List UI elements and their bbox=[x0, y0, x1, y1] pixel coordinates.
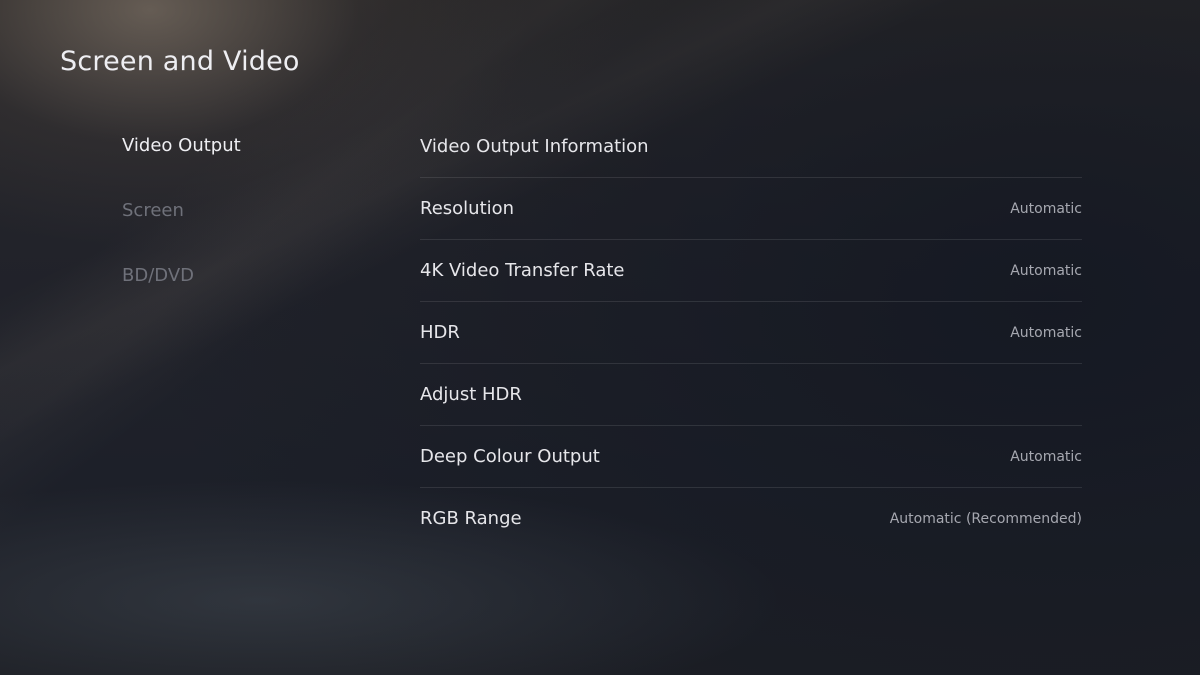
page-title: Screen and Video bbox=[60, 46, 300, 77]
setting-row-hdr[interactable]: HDR Automatic bbox=[420, 302, 1082, 364]
setting-value: Automatic bbox=[1010, 262, 1082, 279]
setting-value: Automatic bbox=[1010, 448, 1082, 465]
settings-list: Video Output Information Resolution Auto… bbox=[420, 116, 1082, 549]
setting-row-4k-video-transfer-rate[interactable]: 4K Video Transfer Rate Automatic bbox=[420, 240, 1082, 302]
setting-row-adjust-hdr[interactable]: Adjust HDR bbox=[420, 364, 1082, 426]
setting-row-resolution[interactable]: Resolution Automatic bbox=[420, 178, 1082, 240]
setting-label: Video Output Information bbox=[420, 136, 649, 157]
setting-row-video-output-information[interactable]: Video Output Information bbox=[420, 116, 1082, 178]
sidebar-item-video-output[interactable]: Video Output bbox=[122, 130, 342, 195]
sidebar: Video Output Screen BD/DVD bbox=[122, 130, 342, 325]
setting-label: 4K Video Transfer Rate bbox=[420, 260, 625, 281]
setting-label: Deep Colour Output bbox=[420, 446, 600, 467]
setting-value: Automatic bbox=[1010, 324, 1082, 341]
sidebar-item-bd-dvd[interactable]: BD/DVD bbox=[122, 260, 342, 325]
setting-row-deep-colour-output[interactable]: Deep Colour Output Automatic bbox=[420, 426, 1082, 488]
setting-label: Adjust HDR bbox=[420, 384, 522, 405]
setting-label: Resolution bbox=[420, 198, 515, 219]
setting-value: Automatic bbox=[1010, 200, 1082, 217]
setting-label: HDR bbox=[420, 322, 460, 343]
setting-label: RGB Range bbox=[420, 508, 522, 529]
setting-value: Automatic (Recommended) bbox=[889, 510, 1082, 527]
sidebar-item-screen[interactable]: Screen bbox=[122, 195, 342, 260]
setting-row-rgb-range[interactable]: RGB Range Automatic (Recommended) bbox=[420, 488, 1082, 549]
